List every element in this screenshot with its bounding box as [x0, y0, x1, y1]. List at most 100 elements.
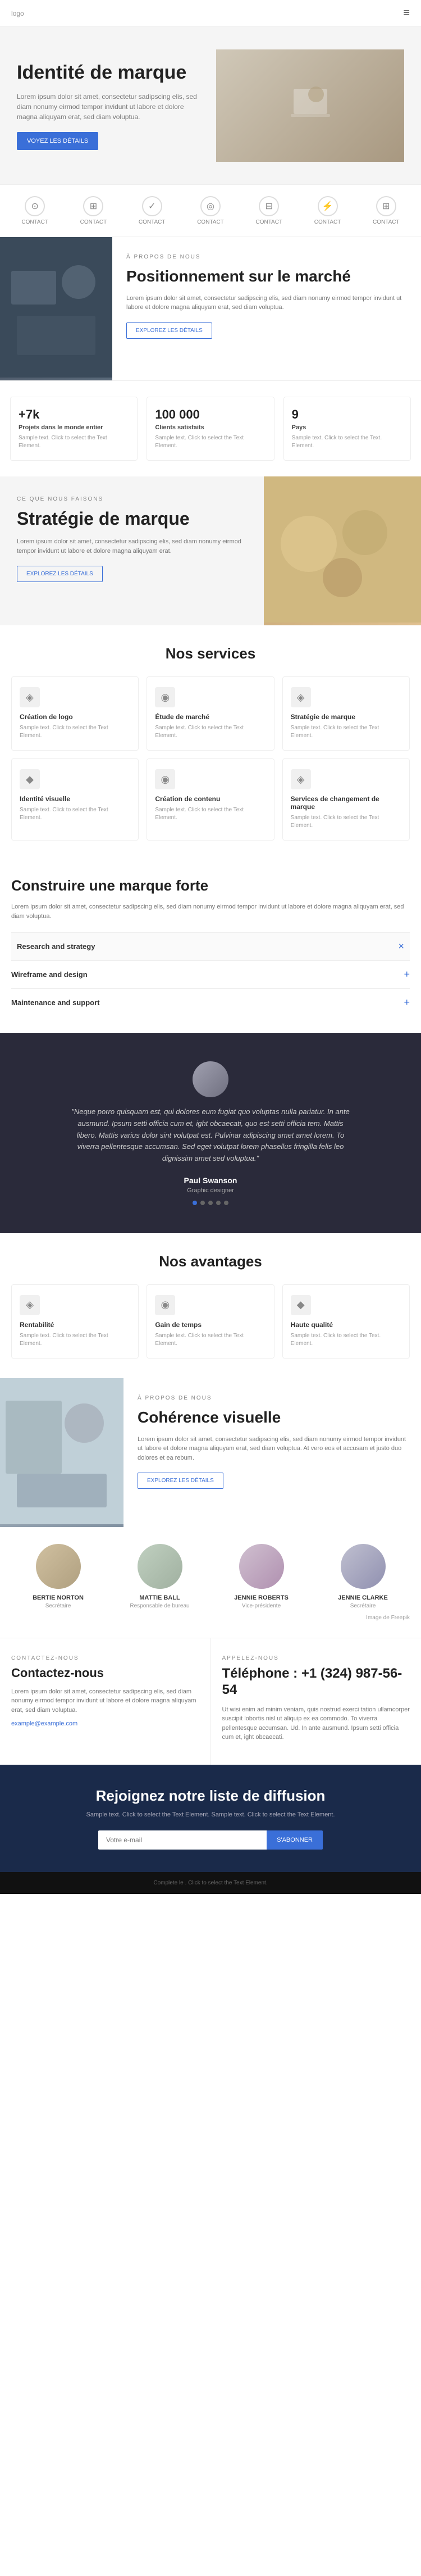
dot-4[interactable] [216, 1201, 221, 1205]
advantage-name-2: Gain de temps [155, 1321, 266, 1329]
stat-desc-3: Sample text. Click to select the Text. E… [292, 434, 402, 450]
icon-item-6[interactable]: ⚡ CONTACT [314, 196, 341, 225]
newsletter-section: Rejoignez notre liste de diffusion Sampl… [0, 1765, 421, 1873]
positioning-text: À PROPOS DE NOUS Positionnement sur le m… [112, 237, 421, 380]
strategy-cta-button[interactable]: EXPLOREZ LES DÉTAILS [17, 566, 103, 582]
coherence-description: Lorem ipsum dolor sit amet, consectetur … [138, 1435, 407, 1463]
hero-section: Identité de marque Lorem ipsum dolor sit… [0, 27, 421, 184]
newsletter-email-input[interactable] [98, 1830, 267, 1850]
services-grid: ◈ Création de logo Sample text. Click to… [11, 676, 410, 841]
dot-3[interactable] [208, 1201, 213, 1205]
advantage-card-2: ◉ Gain de temps Sample text. Click to se… [147, 1284, 274, 1359]
stat-number-3: 9 [292, 407, 402, 422]
advantage-icon-3: ◆ [291, 1295, 311, 1315]
testimonial-name: Paul Swanson [17, 1176, 404, 1185]
team-name-2: MATTIE BALL [113, 1594, 207, 1601]
coherence-cta-button[interactable]: EXPLOREZ LES DÉTAILS [138, 1473, 223, 1489]
service-desc-4: Sample text. Click to select the Text El… [20, 806, 130, 822]
strategy-title: Stratégie de marque [17, 508, 247, 529]
positioning-image [0, 237, 112, 380]
team-role-3: Vice-présidente [214, 1603, 308, 1609]
service-card-4: ◆ Identité visuelle Sample text. Click t… [11, 758, 139, 841]
advantage-icon-2: ◉ [155, 1295, 175, 1315]
advantage-desc-1: Sample text. Click to select the Text El… [20, 1332, 130, 1348]
service-icon-5: ◉ [155, 769, 175, 789]
advantages-grid: ◈ Rentabilité Sample text. Click to sele… [11, 1284, 410, 1359]
stat-number-1: +7k [19, 407, 129, 422]
team-card-4: JENNIE CLARKE Secrétaire [316, 1544, 410, 1609]
icon-item-7[interactable]: ⊞ CONTACT [373, 196, 400, 225]
accordion-item-3[interactable]: Maintenance and support + [11, 988, 410, 1016]
stat-card-1: +7k Projets dans le monde entier Sample … [10, 397, 138, 461]
team-avatar-2 [138, 1544, 182, 1589]
team-name-1: BERTIE NORTON [11, 1594, 105, 1601]
header: logo ≡ [0, 0, 421, 27]
team-card-2: MATTIE BALL Responsable de bureau [113, 1544, 207, 1609]
stats-section: +7k Projets dans le monde entier Sample … [0, 380, 421, 476]
stat-desc-2: Sample text. Click to select the Text El… [155, 434, 266, 450]
contact-title: Contactez-nous [11, 1666, 199, 1680]
coherence-label: À PROPOS DE NOUS [138, 1395, 407, 1401]
contact-phone: Téléphone : +1 (324) 987-56-54 [222, 1666, 410, 1698]
accordion-label-1: Research and strategy [17, 942, 95, 951]
dot-2[interactable] [200, 1201, 205, 1205]
icon-item-1[interactable]: ⊙ CONTACT [21, 196, 48, 225]
advantages-section: Nos avantages ◈ Rentabilité Sample text.… [0, 1233, 421, 1378]
accordion-close-icon[interactable]: × [398, 941, 404, 952]
advantage-desc-3: Sample text. Click to select the Text. E… [291, 1332, 401, 1348]
accordion-label-3: Maintenance and support [11, 998, 99, 1007]
icon-7: ⊞ [376, 196, 396, 216]
positioning-label: À PROPOS DE NOUS [126, 254, 407, 260]
advantages-title: Nos avantages [11, 1253, 410, 1270]
accordion-add-icon-3[interactable]: + [404, 997, 410, 1008]
menu-icon[interactable]: ≡ [403, 7, 410, 20]
testimonial-avatar [193, 1061, 228, 1097]
service-icon-1: ◈ [20, 687, 40, 707]
strategy-description: Lorem ipsum dolor sit amet, consectetur … [17, 537, 247, 556]
team-credit: Image de Freepik [11, 1615, 410, 1621]
service-card-6: ◈ Services de changement de marque Sampl… [282, 758, 410, 841]
positioning-cta-button[interactable]: EXPLOREZ LES DÉTAILS [126, 322, 212, 339]
service-name-1: Création de logo [20, 713, 130, 721]
dot-1[interactable] [193, 1201, 197, 1205]
service-card-5: ◉ Création de contenu Sample text. Click… [147, 758, 274, 841]
accordion-description: Lorem ipsum dolor sit amet, consectetur … [11, 902, 410, 921]
icon-item-2[interactable]: ⊞ CONTACT [80, 196, 107, 225]
accordion-item-1[interactable]: Research and strategy × [11, 932, 410, 960]
service-card-3: ◈ Stratégie de marque Sample text. Click… [282, 676, 410, 751]
accordion-item-2[interactable]: Wireframe and design + [11, 960, 410, 988]
icon-item-4[interactable]: ◎ CONTACT [197, 196, 224, 225]
advantage-name-1: Rentabilité [20, 1321, 130, 1329]
advantage-card-3: ◆ Haute qualité Sample text. Click to se… [282, 1284, 410, 1359]
hero-image [216, 49, 404, 162]
icon-label-4: CONTACT [197, 219, 224, 225]
advantage-name-3: Haute qualité [291, 1321, 401, 1329]
icons-row: ⊙ CONTACT ⊞ CONTACT ✓ CONTACT ◎ CONTACT … [0, 184, 421, 237]
contact-email[interactable]: example@example.com [11, 1720, 199, 1727]
dot-5[interactable] [224, 1201, 228, 1205]
contact-right-label: APPELEZ-NOUS [222, 1655, 410, 1661]
positioning-title: Positionnement sur le marché [126, 267, 407, 286]
footer-text: Complete le . Click to select the Text E… [153, 1880, 267, 1886]
team-avatar-3 [239, 1544, 284, 1589]
team-role-2: Responsable de bureau [113, 1603, 207, 1609]
service-name-2: Étude de marché [155, 713, 266, 721]
service-icon-2: ◉ [155, 687, 175, 707]
newsletter-subscribe-button[interactable]: S'ABONNER [267, 1830, 323, 1850]
accordion-label-2: Wireframe and design [11, 970, 88, 979]
team-name-4: JENNIE CLARKE [316, 1594, 410, 1601]
accordion-add-icon-2[interactable]: + [404, 969, 410, 980]
strategy-image [264, 476, 421, 625]
team-section: BERTIE NORTON Secrétaire MATTIE BALL Res… [0, 1527, 421, 1638]
icon-item-3[interactable]: ✓ CONTACT [139, 196, 166, 225]
accordion-section: Construire une marque forte Lorem ipsum … [0, 860, 421, 1033]
icon-label-3: CONTACT [139, 219, 166, 225]
icon-label-7: CONTACT [373, 219, 400, 225]
icon-item-5[interactable]: ⊟ CONTACT [255, 196, 282, 225]
service-icon-4: ◆ [20, 769, 40, 789]
team-role-4: Secrétaire [316, 1603, 410, 1609]
testimonial-dots [17, 1201, 404, 1205]
hero-cta-button[interactable]: VOYEZ LES DÉTAILS [17, 132, 98, 150]
contact-section: CONTACTEZ-NOUS Contactez-nous Lorem ipsu… [0, 1638, 421, 1765]
logo: logo [11, 10, 24, 17]
